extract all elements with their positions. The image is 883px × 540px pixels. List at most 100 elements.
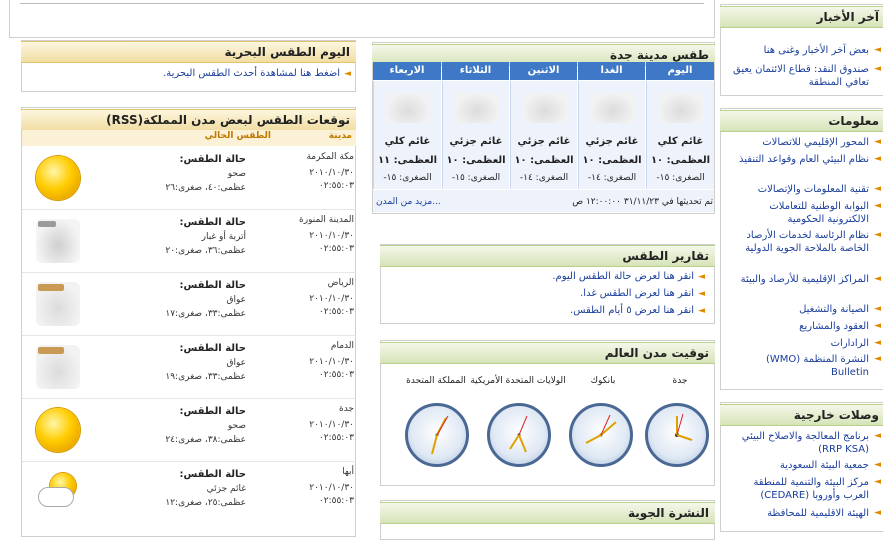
rss-temps: عظمى:٣٦، صغرى:٢٠ (165, 246, 246, 256)
info-header: معلومات (720, 110, 883, 132)
rss-date: ٢٠١٠/١٠/٣٠ (309, 231, 354, 241)
bullet-icon: ◄ (874, 230, 881, 240)
bullet-icon: ◄ (874, 338, 881, 348)
info-item-6[interactable]: ◄ المراكز الإقليمية للأرصاد والبيئة (729, 273, 881, 286)
rss-date: ٢٠١٠/١٠/٣٠ (309, 357, 354, 367)
rss-header: توقعات الطقس لبعض مدن المملكة(RSS) (21, 109, 356, 131)
rss-condition: أتربة أو غبار (201, 232, 246, 242)
bullet-icon: ◄ (874, 137, 881, 147)
info-item-3[interactable]: ◄ تقنية المعلومات والإتصالات (729, 183, 881, 196)
bullet-icon: ◄ (874, 201, 881, 211)
top-frame-inner (20, 0, 704, 4)
forecast-col: غائم جزئي العظمى: ١٠ الصغرى: ١٤- (510, 81, 577, 189)
forecast-max: العظمى: ١٠ (514, 155, 574, 166)
rss-row: الدمام ٢٠١٠/١٠/٣٠ ٠٢:٥٥:٠٣ حالة الطقس: ع… (22, 337, 356, 399)
forecast-min: الصغرى: ١٥- (383, 173, 432, 183)
ext-link-4[interactable]: ◄ الهيئة الاقليمية للمحافظة (729, 507, 881, 520)
rss-label: حالة الطقس: (179, 217, 246, 228)
bullet-icon: ◄ (874, 274, 881, 284)
rss-city: الدمام (330, 341, 354, 351)
forecast-col: غائم جزئي العظمى: ١٠ الصغرى: ١٤- (578, 81, 645, 189)
rss-col-city: مدينة (328, 131, 352, 141)
forecast-condition: غائم جزئي (517, 136, 571, 147)
rss-condition: عواق (226, 358, 246, 368)
rss-label: حالة الطقس: (179, 469, 246, 480)
rss-time: ٠٢:٥٥:٠٣ (318, 370, 354, 380)
bulletin-header: النشرة الجوية (380, 502, 715, 524)
cloud-icon (455, 93, 499, 123)
rss-city: الرياض (327, 278, 354, 288)
rss-temps: عظمى:٣٣، صغرى:١٧ (165, 309, 246, 319)
rss-label: حالة الطقس: (179, 343, 246, 354)
report-link-2[interactable]: ◄انقر هنا لعرض الطقس غدا. (580, 288, 705, 299)
reports-header: تقارير الطقس (380, 245, 715, 267)
rss-time: ٠٢:٥٥:٠٣ (318, 496, 354, 506)
forecast-day-4: الثلاثاء (442, 62, 509, 80)
latest-news-header: آخر الأخبار (720, 6, 883, 28)
ext-link-2[interactable]: ◄ جمعية البيئة السعودية (729, 459, 881, 472)
bullet-icon: ◄ (874, 460, 881, 470)
bullet-icon: ◄ (874, 304, 881, 314)
forecast-col: غائم كلي العظمى: ١١ الصغرى: ١٥- (373, 81, 441, 189)
forecast-condition: غائم كلي (384, 136, 431, 147)
rss-date: ٢٠١٠/١٠/٣٠ (309, 168, 354, 178)
clock-jeddah (645, 403, 709, 467)
news-item-1[interactable]: ◄ بعض آخر الأخبار وغنى هنا (729, 44, 881, 57)
bullet-icon: ◄ (698, 272, 705, 282)
clock-uk (405, 403, 469, 467)
rss-temps: عظمى:٣٨، صغرى:٢٤ (165, 435, 246, 445)
bullet-icon: ◄ (874, 154, 881, 164)
rss-city: جدة (338, 404, 354, 414)
rss-condition: صحو (227, 169, 246, 179)
forecast-max: العظمى: ١٠ (650, 155, 711, 166)
ext-link-1[interactable]: ◄ برنامج المعالجة والاصلاح البيئي (RRP KS… (729, 430, 881, 456)
info-item-7[interactable]: ◄ الصيانة والتشغيل (729, 303, 881, 316)
info-item-10[interactable]: ◄ النشرة المنظمة (WMO) Bulletin (729, 353, 881, 379)
dust-icon (36, 219, 80, 263)
rss-time: ٠٢:٥٥:٠٣ (318, 433, 354, 443)
rss-label: حالة الطقس: (179, 154, 246, 165)
report-link-3[interactable]: ◄انقر هنا لعرض ٥ أيام الطقس. (570, 305, 705, 316)
sun-icon (36, 156, 80, 200)
info-item-4[interactable]: ◄ البوابة الوطنية للتعاملات الالكترونية ا… (729, 200, 881, 226)
cloud-icon (386, 93, 430, 123)
info-item-9[interactable]: ◄ الرادارات (729, 337, 881, 350)
report-link-1[interactable]: ◄انقر هنا لعرض حالة الطقس اليوم. (552, 271, 705, 282)
news-item-2[interactable]: ◄ صندوق النقد: قطاع الائتمان يعيق تعافي ا… (729, 63, 881, 89)
info-item-2[interactable]: ◄ نظام البيئي العام وقواعد التنفيذ (729, 153, 881, 166)
rss-col-header-bar (22, 130, 356, 146)
forecast-day-5: الاربعاء (373, 62, 441, 80)
rss-city: مكة المكرمة (306, 152, 354, 162)
forecast-day-3: الاثنين (510, 62, 577, 80)
clock-usa (487, 403, 551, 467)
info-item-5[interactable]: ◄ نظام الرئاسة لخدمات الأرصاد الخاصة بالم… (729, 229, 881, 255)
rss-row: المدينة المنورة ٢٠١٠/١٠/٣٠ ٠٢:٥٥:٠٣ حالة… (22, 211, 356, 273)
cloud-icon (591, 93, 635, 123)
rss-condition: صحو (227, 421, 246, 431)
bullet-icon: ◄ (874, 184, 881, 194)
forecast-min: الصغرى: ١٥- (656, 173, 705, 183)
more-cities-link[interactable]: مزيد من المدن... (376, 197, 441, 207)
forecast-condition: غائم كلي (657, 136, 704, 147)
ext-link-3[interactable]: ◄ مركز البيئة والتنمية للمنطقة العرب وأور… (729, 476, 881, 502)
info-item-1[interactable]: ◄ المحور الإقليمي للاتصالات (729, 136, 881, 149)
rss-date: ٢٠١٠/١٠/٣٠ (309, 483, 354, 493)
bullet-icon: ◄ (874, 354, 881, 364)
rss-label: حالة الطقس: (179, 280, 246, 291)
rss-row: الرياض ٢٠١٠/١٠/٣٠ ٠٢:٥٥:٠٣ حالة الطقس: ع… (22, 274, 356, 336)
sea-weather-link[interactable]: ◄اضغط هنا لمشاهدة أحدث الطقس البحرية. (163, 68, 351, 79)
rss-date: ٢٠١٠/١٠/٣٠ (309, 420, 354, 430)
forecast-condition: غائم جزئي (449, 136, 503, 147)
bullet-icon: ◄ (874, 431, 881, 441)
cloud-icon (523, 93, 567, 123)
forecast-max: العظمى: ١٠ (582, 155, 642, 166)
rss-time: ٠٢:٥٥:٠٣ (318, 307, 354, 317)
rss-condition: عواق (226, 295, 246, 305)
rss-city: أبها (342, 467, 354, 477)
forecast-updated: تم تحديثها في ٣١/١١/٢٣ ١٢:٠٠:٠٠ ص (572, 197, 713, 207)
rss-row: جدة ٢٠١٠/١٠/٣٠ ٠٢:٥٥:٠٣ حالة الطقس: صحو … (22, 400, 356, 462)
info-item-8[interactable]: ◄ العقود والمشاريع (729, 320, 881, 333)
haze-icon (36, 345, 80, 389)
haze-icon (36, 282, 80, 326)
sun-icon (36, 408, 80, 452)
